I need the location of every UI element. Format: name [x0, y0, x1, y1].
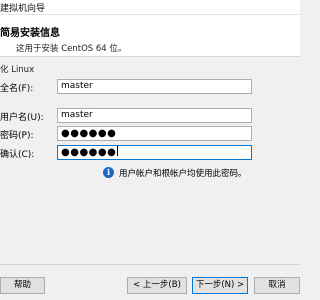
confirm-value: ●●●●●●	[61, 147, 117, 158]
next-button[interactable]: 下一步(N) >	[192, 277, 248, 294]
fullname-label: 全名(F):	[0, 84, 34, 94]
password-label: 密码(P):	[0, 131, 34, 141]
back-button[interactable]: < 上一步(B)	[127, 277, 187, 294]
username-field[interactable]: master	[57, 108, 252, 123]
header-panel: 简易安装信息 这用于安装 CentOS 64 位。	[0, 15, 300, 57]
footer-divider	[0, 264, 300, 265]
password-value: ●●●●●●	[61, 128, 117, 139]
help-button[interactable]: 帮助	[0, 277, 45, 294]
password-field[interactable]: ●●●●●●	[57, 126, 252, 141]
fullname-field[interactable]: master	[57, 79, 252, 94]
confirm-label: 确认(C):	[0, 150, 35, 160]
text-caret	[117, 146, 119, 156]
fullname-value: master	[61, 81, 93, 91]
page-heading: 简易安装信息	[0, 28, 60, 39]
cancel-button[interactable]: 取消	[254, 277, 300, 294]
username-value: master	[61, 110, 93, 120]
window-title: 建拟机向导	[0, 4, 46, 14]
info-text: 用户帐户和根帐户均使用此密码。	[119, 169, 247, 179]
confirm-password-field[interactable]: ●●●●●●	[57, 145, 252, 160]
info-icon: i	[103, 167, 114, 178]
title-bar: 建拟机向导	[0, 0, 300, 15]
section-title: 化 Linux	[0, 65, 35, 75]
username-label: 用户名(U):	[0, 113, 44, 123]
page-subtitle: 这用于安装 CentOS 64 位。	[16, 44, 127, 54]
